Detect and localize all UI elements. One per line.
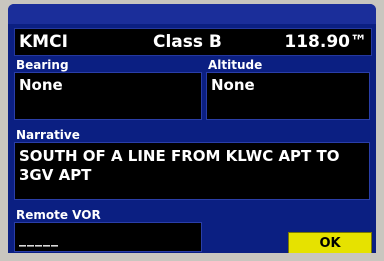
altitude-field[interactable]: None bbox=[206, 72, 370, 120]
altitude-label: Altitude bbox=[208, 58, 263, 72]
airspace-frequency: 118.90™ bbox=[284, 32, 367, 52]
narrative-label: Narrative bbox=[16, 128, 80, 142]
remote-vor-field[interactable]: _____ bbox=[14, 222, 202, 252]
airspace-title-bar: KMCI Class B 118.90™ bbox=[14, 28, 372, 56]
airspace-identifier: KMCI bbox=[19, 32, 68, 52]
airspace-detail-screen: KMCI Class B 118.90™ Bearing None Altitu… bbox=[8, 4, 376, 253]
ok-button[interactable]: OK bbox=[288, 232, 372, 253]
narrative-field[interactable]: SOUTH OF A LINE FROM KLWC APT TO 3GV APT bbox=[14, 142, 370, 200]
remote-vor-label: Remote VOR bbox=[16, 208, 101, 222]
bearing-label: Bearing bbox=[16, 58, 69, 72]
top-tab-strip bbox=[8, 4, 376, 24]
airspace-class: Class B bbox=[153, 32, 222, 52]
bearing-field[interactable]: None bbox=[14, 72, 202, 120]
